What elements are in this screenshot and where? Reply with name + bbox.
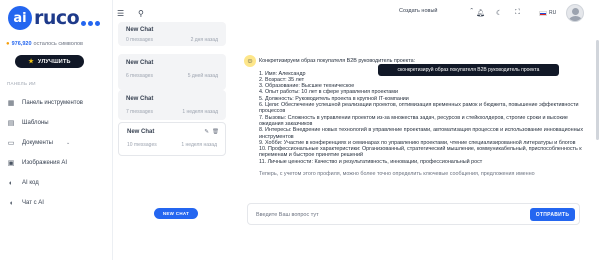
message-input[interactable]	[256, 209, 516, 220]
edit-icon[interactable]: ✎	[204, 129, 209, 135]
chat-list-item[interactable]: New Chat 0 messages 2 дня назад	[118, 22, 226, 46]
bot-message-line: 7. Вызовы: Сложность в управлении проект…	[259, 114, 568, 127]
chat-time: 2 дня назад	[190, 37, 218, 43]
trash-icon[interactable]: 🗑︎	[212, 129, 219, 135]
bot-message-line: 10. Профессиональные характеристики: Орг…	[259, 146, 582, 159]
sidebar-item-label: Документы	[22, 140, 53, 146]
chat-time: 1 неделя назад	[182, 109, 218, 115]
section-label: ПАНЕЛЬ ИИ	[7, 81, 36, 86]
sidebar-item-documents[interactable]: ▭ Документы ⌄	[7, 133, 107, 153]
new-chat-button[interactable]: NEW CHAT	[154, 208, 198, 219]
sidebar-item-ai-chat[interactable]: ◖ Чат с AI	[7, 193, 107, 213]
credits-counter: ● 976,920 осталось символов	[6, 41, 83, 47]
chat-message-count: 0 messages	[126, 37, 153, 43]
sidebar: ai ruco ● 976,920 осталось символов ★ УЛ…	[0, 0, 113, 260]
sidebar-item-label: Изображения AI	[22, 160, 68, 166]
chat-time: 5 дней назад	[187, 73, 218, 79]
grid-icon: ▦	[7, 100, 15, 107]
chat-list-item[interactable]: New Chat 7 messages 1 неделя назад	[118, 90, 226, 120]
send-button[interactable]: ОТПРАВИТЬ	[530, 208, 575, 221]
credits-amount: 976,920	[11, 41, 32, 47]
flag-icon[interactable]	[539, 11, 547, 16]
conversation: сконкретизируй образ покупателя B2B руко…	[234, 28, 594, 260]
sidebar-item-label: Чат с AI	[22, 200, 44, 206]
upgrade-button[interactable]: ★ УЛУЧШИТЬ	[15, 55, 84, 68]
fullscreen-icon[interactable]: ⛶	[515, 9, 520, 17]
chat-message-count: 10 messages	[127, 142, 157, 148]
chevron-down-icon: ⌃	[469, 8, 474, 14]
chat-list: New Chat 0 messages 2 дня назад New Chat…	[114, 22, 230, 260]
search-icon[interactable]: ⚲	[138, 9, 144, 18]
sidebar-item-label: AI код	[22, 180, 39, 186]
message-input-bar: ОТПРАВИТЬ	[247, 203, 580, 225]
logo-dots	[81, 20, 101, 26]
credits-label: осталось символов	[33, 41, 83, 47]
coin-icon: ●	[6, 41, 10, 47]
menu-icon[interactable]: ☰	[117, 9, 124, 18]
bot-message-line: 6. Цели: Обеспечение успешной реализации…	[259, 102, 579, 115]
avatar[interactable]	[566, 4, 584, 22]
create-new-select[interactable]: Создать новый ⌃	[399, 8, 474, 14]
sidebar-item-dashboard[interactable]: ▦ Панель инструментов	[7, 93, 107, 113]
folder-icon: ▭	[7, 140, 15, 147]
logo-mark: ai	[8, 6, 32, 30]
bot-avatar-icon: ☺	[244, 55, 256, 67]
star-icon: ★	[28, 59, 34, 65]
chat-actions: ✎ 🗑︎	[204, 129, 219, 135]
template-icon: ▤	[7, 120, 15, 127]
chat-message-count: 7 messages	[126, 109, 153, 115]
bot-message-line: 8. Интересы: Внедрение новых технологий …	[259, 127, 584, 140]
image-icon: ▣	[7, 160, 15, 167]
sidebar-item-ai-code[interactable]: ◐ AI код	[7, 173, 107, 193]
bot-message: Конкретизируем образ покупателя B2B руко…	[259, 58, 584, 178]
sidebar-item-label: Шаблоны	[22, 120, 49, 126]
bot-message-line: Теперь, с учетом этого профиля, можно бо…	[259, 171, 535, 178]
scrollbar[interactable]	[596, 40, 599, 140]
chevron-down-icon: ⌄	[65, 140, 71, 146]
chat-list-item[interactable]: New Chat 6 messages 5 дней назад	[118, 54, 226, 90]
logo-text: ruco	[34, 7, 80, 29]
logo[interactable]: ai ruco	[8, 6, 101, 30]
chat-title: New Chat	[126, 27, 154, 33]
moon-icon[interactable]: ☾	[496, 9, 502, 17]
bell-icon[interactable]: 🔔︎	[476, 9, 485, 17]
code-icon: ◐	[8, 179, 14, 187]
sidebar-item-label: Панель инструментов	[22, 100, 83, 106]
sidebar-nav: ▦ Панель инструментов ▤ Шаблоны ▭ Докуме…	[7, 93, 107, 213]
create-new-label: Создать новый	[399, 8, 438, 14]
chat-title: New Chat	[126, 96, 154, 102]
chat-title: New Chat	[126, 60, 154, 66]
chat-list-item[interactable]: New Chat ✎ 🗑︎ 10 messages 1 неделя назад	[118, 122, 226, 156]
chat-time: 1 неделя назад	[181, 142, 217, 148]
sidebar-item-templates[interactable]: ▤ Шаблоны	[7, 113, 107, 133]
language-selector[interactable]: RU	[549, 10, 556, 16]
upgrade-label: УЛУЧШИТЬ	[37, 58, 71, 65]
chat-icon: ◖	[8, 199, 14, 207]
sidebar-item-ai-images[interactable]: ▣ Изображения AI	[7, 153, 107, 173]
chat-message-count: 6 messages	[126, 73, 153, 79]
